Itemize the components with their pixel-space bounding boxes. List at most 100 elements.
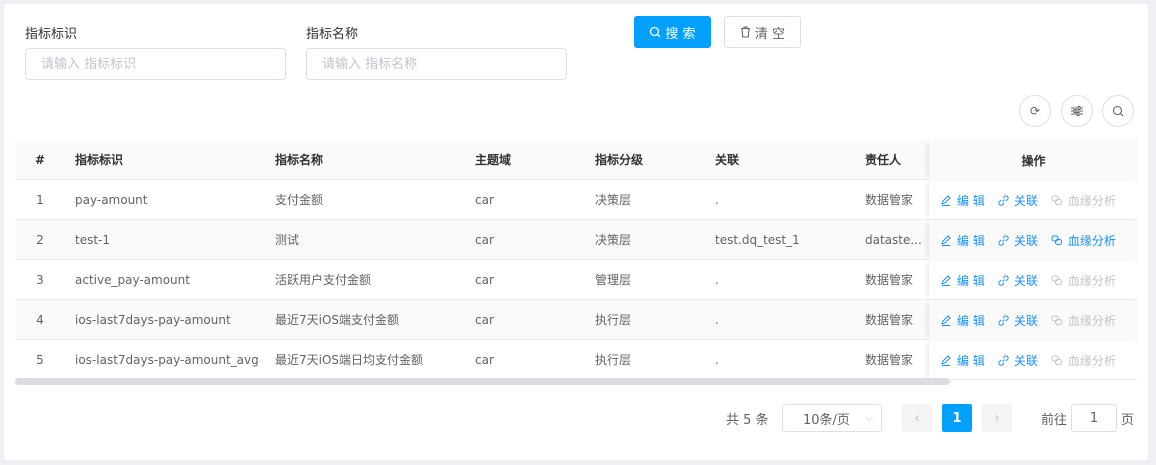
indicator-name: 测试 <box>275 233 300 247</box>
trash-icon <box>740 26 750 38</box>
current-page: 1 <box>952 410 962 426</box>
relation: . <box>715 193 719 207</box>
edit-button[interactable]: 编 辑 <box>941 232 985 249</box>
edit-button[interactable]: 编 辑 <box>941 272 985 289</box>
column-settings-button[interactable] <box>1061 95 1093 127</box>
link-button[interactable]: 关联 <box>998 192 1038 209</box>
indicator-name: 最近7天iOS端日均支付金额 <box>275 353 424 367</box>
link-label: 关联 <box>1013 193 1038 208</box>
link-button[interactable]: 关联 <box>998 352 1038 369</box>
indicator-id-input[interactable] <box>25 48 286 80</box>
edit-icon <box>941 354 951 366</box>
lineage-label: 血缘分析 <box>1067 353 1116 368</box>
link-icon <box>998 234 1009 246</box>
lineage-label: 血缘分析 <box>1067 193 1116 208</box>
lineage-icon <box>1051 275 1062 285</box>
subject-domain: car <box>475 233 494 247</box>
owner: 数据管家 <box>865 313 914 327</box>
row-index: 2 <box>36 233 44 247</box>
lineage-icon <box>1051 235 1062 245</box>
edit-label: 编 辑 <box>957 353 985 368</box>
search-button-label: 搜 索 <box>665 26 696 42</box>
relation: . <box>715 313 719 327</box>
link-icon <box>998 314 1009 326</box>
search-icon <box>650 26 661 38</box>
row-index: 3 <box>36 273 44 287</box>
indicator-level: 管理层 <box>595 273 632 287</box>
lineage-button[interactable]: 血缘分析 <box>1051 272 1116 289</box>
chevron-left-icon: ‹ <box>914 410 920 426</box>
link-button[interactable]: 关联 <box>998 272 1038 289</box>
lineage-button[interactable]: 血缘分析 <box>1051 192 1116 209</box>
edit-icon <box>941 234 951 246</box>
clear-button[interactable]: 清 空 <box>724 16 801 48</box>
lineage-icon <box>1051 355 1062 365</box>
edit-button[interactable]: 编 辑 <box>941 312 985 329</box>
lineage-button[interactable]: 血缘分析 <box>1051 232 1116 249</box>
chevron-right-icon: › <box>994 410 1000 426</box>
subject-domain: car <box>475 313 494 327</box>
edit-icon <box>941 194 951 206</box>
goto-page-input[interactable]: 1 <box>1071 404 1117 432</box>
link-button[interactable]: 关联 <box>998 312 1038 329</box>
edit-label: 编 辑 <box>957 313 985 328</box>
indicator-id: active_pay-amount <box>75 273 190 287</box>
clear-button-label: 清 空 <box>754 26 786 42</box>
lineage-button[interactable]: 血缘分析 <box>1051 312 1116 329</box>
edit-button[interactable]: 编 辑 <box>941 192 985 209</box>
main-card: 指标标识 指标名称 搜 索 清 空 ⟳ # 指标标识 指标名称 主题域 指标分级… <box>4 4 1148 460</box>
edit-label: 编 辑 <box>957 193 985 208</box>
subject-domain: car <box>475 193 494 207</box>
filter-label-name: 指标名称 <box>306 27 359 42</box>
link-label: 关联 <box>1013 353 1038 368</box>
indicator-name: 支付金额 <box>275 193 324 207</box>
edit-icon <box>941 314 951 326</box>
header-index: # <box>34 153 46 167</box>
indicator-id: test-1 <box>75 233 111 247</box>
indicator-level: 执行层 <box>595 353 632 367</box>
next-page-button[interactable]: › <box>982 404 1012 432</box>
owner: 数据管家 <box>865 353 914 367</box>
chevron-down-icon: ⌵ <box>865 412 873 424</box>
edit-label: 编 辑 <box>957 233 985 248</box>
owner: dataste... <box>865 233 922 247</box>
header-level: 指标分级 <box>595 153 644 167</box>
owner: 数据管家 <box>865 273 914 287</box>
table-row: 3 active_pay-amount 活跃用户支付金额 car 管理层 . 数… <box>15 260 1138 300</box>
goto-value: 1 <box>1089 410 1099 426</box>
row-index: 4 <box>36 313 44 327</box>
search-icon <box>1112 105 1124 117</box>
edit-button[interactable]: 编 辑 <box>941 352 985 369</box>
link-icon <box>998 194 1009 206</box>
relation: . <box>715 353 719 367</box>
relation: test.dq_test_1 <box>715 233 800 247</box>
page-1-button[interactable]: 1 <box>942 404 972 432</box>
lineage-icon <box>1051 195 1062 205</box>
indicator-id: ios-last7days-pay-amount_avg <box>75 353 259 367</box>
horizontal-scrollbar[interactable] <box>15 378 950 385</box>
table-row: 4 ios-last7days-pay-amount 最近7天iOS端支付金额 … <box>15 300 1138 340</box>
header-owner: 责任人 <box>865 153 902 167</box>
refresh-icon: ⟳ <box>1029 104 1041 118</box>
subject-domain: car <box>475 353 494 367</box>
page-suffix: 页 <box>1121 412 1135 428</box>
lineage-button[interactable]: 血缘分析 <box>1051 352 1116 369</box>
indicator-name-input[interactable] <box>306 48 567 80</box>
row-index: 5 <box>36 353 44 367</box>
indicator-level: 执行层 <box>595 313 632 327</box>
relation: . <box>715 273 719 287</box>
header-name: 指标名称 <box>275 153 324 167</box>
link-button[interactable]: 关联 <box>998 232 1038 249</box>
refresh-button[interactable]: ⟳ <box>1019 95 1051 127</box>
prev-page-button[interactable]: ‹ <box>902 404 932 432</box>
search-button[interactable]: 搜 索 <box>634 16 711 48</box>
toggle-search-button[interactable] <box>1102 95 1134 127</box>
indicator-id: pay-amount <box>75 193 148 207</box>
header-relation: 关联 <box>715 153 740 167</box>
link-label: 关联 <box>1013 313 1038 328</box>
owner: 数据管家 <box>865 193 914 207</box>
page-size-value: 10条/页 <box>803 412 850 428</box>
filter-settings-icon <box>1071 106 1083 116</box>
page-size-select[interactable]: 10条/页 ⌵ <box>782 404 882 432</box>
subject-domain: car <box>475 273 494 287</box>
